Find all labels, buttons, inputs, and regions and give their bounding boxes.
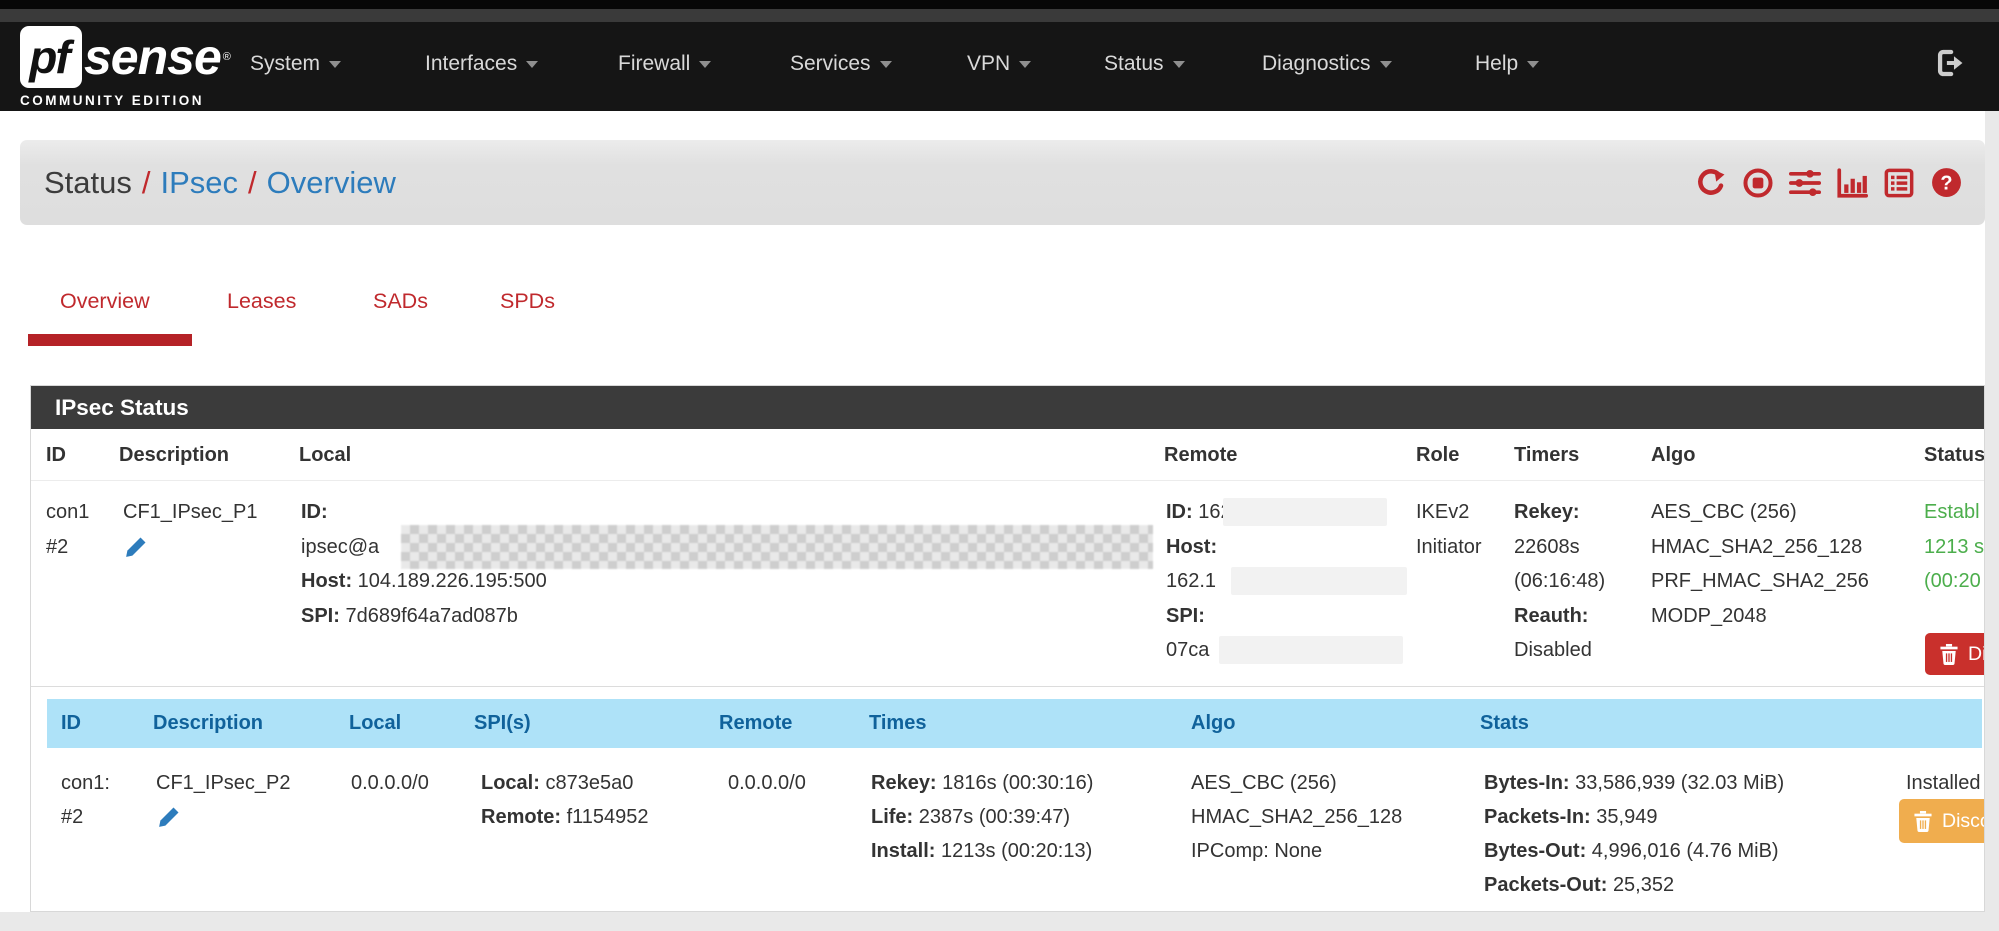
header-actions: ? — [1694, 140, 1963, 225]
disconnect-button[interactable]: Disco — [1899, 799, 1985, 843]
trash-icon — [1913, 810, 1933, 832]
refresh-icon[interactable] — [1694, 166, 1728, 200]
edit-pencil-icon[interactable] — [156, 800, 181, 834]
redacted-block — [1223, 498, 1387, 526]
tab-spds[interactable]: SPDs — [500, 289, 555, 314]
child-col-header-algo: Algo — [1191, 699, 1235, 748]
chevron-down-icon — [880, 61, 892, 68]
bar-chart-icon[interactable] — [1835, 166, 1869, 200]
child-row-local-cell: 0.0.0.0/0 — [351, 766, 429, 800]
list-icon[interactable] — [1882, 166, 1916, 200]
breadcrumb: Status / IPsec / Overview — [44, 140, 396, 225]
col-header-remote: Remote — [1164, 429, 1237, 481]
page-right-gutter — [1985, 111, 1999, 931]
nav-item-status[interactable]: Status — [1104, 48, 1185, 80]
stop-icon[interactable] — [1741, 166, 1775, 200]
col-header-role: Role — [1416, 429, 1459, 481]
pfsense-logo[interactable]: pf sense ® COMMUNITY EDITION — [20, 26, 231, 108]
col-header-description: Description — [119, 429, 229, 481]
child-col-header-times: Times — [869, 699, 926, 748]
svg-text:?: ? — [1940, 172, 1952, 194]
nav-item-help[interactable]: Help — [1475, 48, 1539, 80]
sign-out-icon[interactable] — [1932, 46, 1966, 80]
redacted-block — [1219, 636, 1403, 664]
ike-row-id-cell: con1 #2 — [46, 495, 89, 564]
child-row-algo-cell: AES_CBC (256) HMAC_SHA2_256_128 IPComp: … — [1191, 766, 1402, 868]
brand-sense-text: sense — [84, 28, 221, 86]
child-row-status-cell: Installed — [1906, 766, 1981, 800]
col-header-status: Status — [1924, 429, 1985, 481]
sub-strip — [0, 9, 1999, 22]
sliders-icon[interactable] — [1788, 166, 1822, 200]
panel-title: IPsec Status — [55, 386, 1984, 429]
ike-row-description-cell: CF1_IPsec_P1 — [123, 495, 258, 564]
table-divider — [31, 686, 1984, 687]
pf-logo-box: pf — [20, 26, 82, 88]
chevron-down-icon — [329, 61, 341, 68]
trash-icon — [1939, 643, 1959, 665]
child-col-header-description: Description — [153, 699, 263, 748]
nav-item-services[interactable]: Services — [790, 48, 892, 80]
chevron-down-icon — [1173, 61, 1185, 68]
child-col-header-remote: Remote — [719, 699, 792, 748]
child-row-id-cell: con1: #2 — [61, 766, 110, 834]
chevron-down-icon — [1019, 61, 1031, 68]
ike-row-role-cell: IKEv2 Initiator — [1416, 495, 1482, 564]
top-strip — [0, 0, 1999, 9]
ike-row-timers-cell: Rekey: 22608s (06:16:48) Reauth: Disable… — [1514, 495, 1605, 668]
chevron-down-icon — [526, 61, 538, 68]
breadcrumb-link-overview[interactable]: Overview — [267, 165, 396, 200]
child-table-header-bar — [47, 699, 1982, 748]
nav-item-interfaces[interactable]: Interfaces — [425, 48, 538, 80]
child-col-header-spis: SPI(s) — [474, 699, 531, 748]
edit-pencil-icon[interactable] — [123, 530, 148, 565]
child-col-header-local: Local — [349, 699, 401, 748]
redacted-block — [1231, 567, 1407, 595]
breadcrumb-section: Status — [44, 165, 132, 200]
ipsec-status-panel: IPsec Status ID Description Local Remote… — [30, 385, 1985, 912]
child-row-remote-cell: 0.0.0.0/0 — [728, 766, 806, 800]
table-divider — [31, 480, 1984, 481]
nav-item-vpn[interactable]: VPN — [967, 48, 1031, 80]
child-row-description-cell: CF1_IPsec_P2 — [156, 766, 291, 834]
disconnect-button[interactable]: Dis — [1925, 633, 1985, 675]
child-col-header-stats: Stats — [1480, 699, 1529, 748]
page-footer-strip — [0, 912, 1985, 931]
chevron-down-icon — [1380, 61, 1392, 68]
tab-leases[interactable]: Leases — [227, 289, 296, 314]
active-tab-underline — [28, 334, 192, 346]
breadcrumb-separator: / — [142, 165, 151, 200]
col-header-timers: Timers — [1514, 429, 1579, 481]
redacted-mosaic-block — [401, 525, 1153, 569]
ike-row-status-cell: Establ 1213 s (00:20 — [1924, 495, 1984, 599]
chevron-down-icon — [699, 61, 711, 68]
nav-item-diagnostics[interactable]: Diagnostics — [1262, 48, 1392, 80]
child-row-times-cell: Rekey: 1816s (00:30:16) Life: 2387s (00:… — [871, 766, 1093, 868]
tab-overview[interactable]: Overview — [60, 289, 150, 314]
child-row-spis-cell: Local: c873e5a0 Remote: f1154952 — [481, 766, 649, 834]
top-navbar: pf sense ® COMMUNITY EDITION System Inte… — [0, 0, 1999, 111]
col-header-local: Local — [299, 429, 351, 481]
breadcrumb-panel: Status / IPsec / Overview — [20, 140, 1985, 225]
brand-tagline: COMMUNITY EDITION — [20, 93, 231, 108]
breadcrumb-separator: / — [248, 165, 257, 200]
col-header-id: ID — [46, 429, 66, 481]
nav-item-system[interactable]: System — [250, 48, 341, 80]
help-icon[interactable]: ? — [1929, 166, 1963, 200]
tab-sads[interactable]: SADs — [373, 289, 428, 314]
breadcrumb-link-ipsec[interactable]: IPsec — [161, 165, 239, 200]
ike-row-algo-cell: AES_CBC (256) HMAC_SHA2_256_128 PRF_HMAC… — [1651, 495, 1869, 633]
chevron-down-icon — [1527, 61, 1539, 68]
col-header-algo: Algo — [1651, 429, 1695, 481]
registered-mark: ® — [223, 51, 231, 63]
child-row-stats-cell: Bytes-In: 33,586,939 (32.03 MiB) Packets… — [1484, 766, 1784, 902]
child-col-header-id: ID — [61, 699, 81, 748]
panel-heading: IPsec Status — [31, 386, 1984, 429]
nav-item-firewall[interactable]: Firewall — [618, 48, 711, 80]
